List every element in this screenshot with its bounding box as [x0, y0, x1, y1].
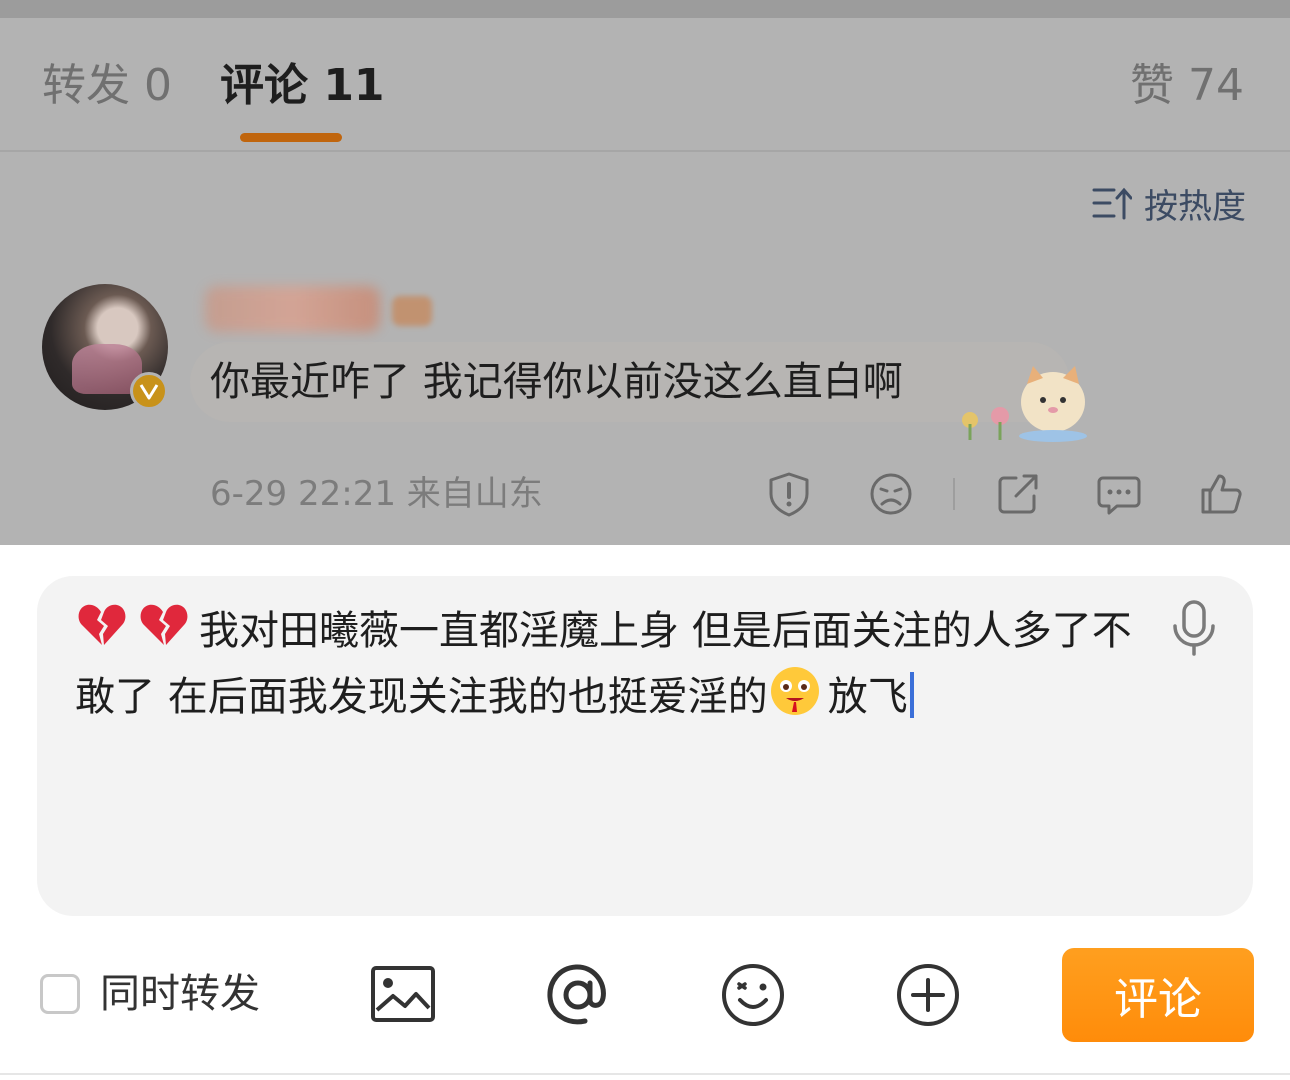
sort-by-hot-button[interactable]: 按热度: [1092, 180, 1246, 227]
action-divider: [953, 478, 955, 510]
emoji-icon: [722, 964, 784, 1026]
tab-like[interactable]: 赞 74: [1130, 58, 1244, 114]
tab-comment[interactable]: 评论 11: [220, 58, 385, 114]
broken-heart-icon: [140, 604, 188, 645]
comment-meta: 6-29 22:21 来自山东: [210, 474, 543, 514]
tab-forward[interactable]: 转发 0: [42, 58, 172, 114]
drooling-face-icon: [770, 667, 819, 715]
more-button[interactable]: [893, 960, 963, 1030]
dimmed-comment-area[interactable]: 转发 0 评论 11 赞 74 按热度 你最近咋了 我记得你以前没这么直白啊 6…: [0, 0, 1290, 545]
comment-compose-box[interactable]: 我对田曦薇一直都淫魔上身 但是后面关注的人多了不敢了 在后面我发现关注我的也挺爱…: [37, 576, 1253, 916]
unhappy-button[interactable]: [867, 470, 915, 518]
username-blurred[interactable]: [205, 286, 380, 332]
unhappy-icon: [870, 473, 912, 515]
comment-text[interactable]: 你最近咋了 我记得你以前没这么直白啊: [210, 354, 903, 410]
sync-forward-checkbox[interactable]: [40, 974, 80, 1014]
broken-heart-icon: [78, 604, 126, 645]
like-icon: [1201, 474, 1242, 514]
share-button[interactable]: [994, 470, 1042, 518]
reply-icon: [1097, 476, 1141, 515]
plus-icon: [897, 964, 959, 1026]
cat-sticker-icon: [962, 366, 1087, 442]
sort-label: 按热度: [1144, 186, 1246, 227]
emoji-button[interactable]: [718, 960, 788, 1030]
insert-image-button[interactable]: [368, 960, 438, 1030]
user-badge-icon: [392, 296, 432, 326]
compose-text-field[interactable]: 我对田曦薇一直都淫魔上身 但是后面关注的人多了不敢了 在后面我发现关注我的也挺爱…: [75, 598, 1135, 730]
at-icon: [547, 964, 606, 1025]
compose-text-main: 我对田曦薇一直都淫魔上身 但是后面关注的人多了不敢了 在后面我发现关注我的也挺爱…: [75, 608, 1132, 720]
verified-badge-icon: [130, 372, 168, 410]
report-button[interactable]: [765, 470, 813, 518]
tab-active-indicator: [240, 133, 342, 142]
report-icon: [769, 472, 809, 517]
reply-button[interactable]: [1095, 470, 1143, 518]
top-strip: [0, 0, 1290, 18]
mention-button[interactable]: [543, 960, 613, 1030]
sync-forward-label[interactable]: 同时转发: [100, 968, 260, 1020]
like-button[interactable]: [1197, 470, 1245, 518]
submit-comment-button[interactable]: 评论: [1062, 948, 1254, 1042]
bottom-divider: [0, 1073, 1290, 1075]
sort-icon: [1092, 187, 1132, 220]
text-cursor: [909, 672, 914, 718]
microphone-icon[interactable]: [1167, 598, 1221, 658]
header-divider: [0, 150, 1290, 152]
image-icon: [371, 966, 435, 1022]
compose-text-end: 放飞: [827, 674, 908, 720]
share-icon: [998, 474, 1038, 514]
